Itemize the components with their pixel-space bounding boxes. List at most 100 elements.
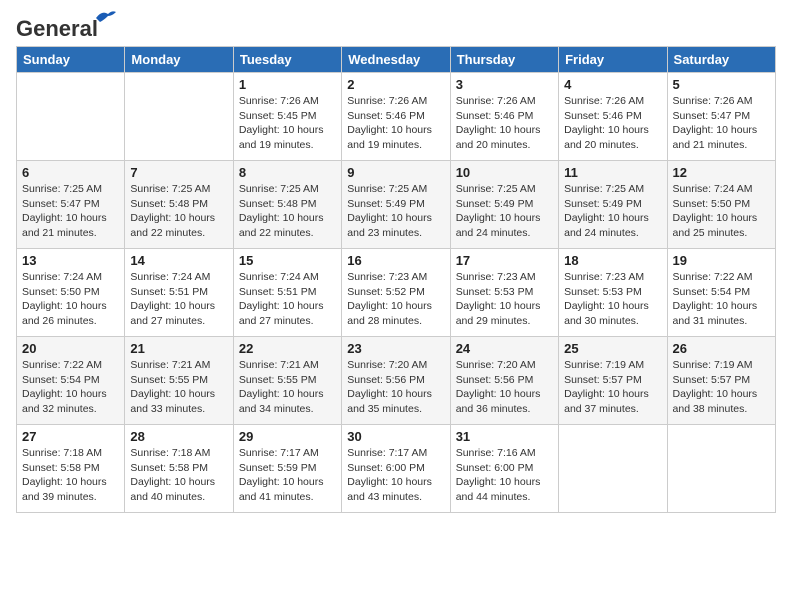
day-info: Sunrise: 7:25 AM Sunset: 5:49 PM Dayligh…: [347, 182, 444, 241]
calendar-cell: 25 Sunrise: 7:19 AM Sunset: 5:57 PM Dayli…: [559, 337, 667, 425]
day-info: Sunrise: 7:16 AM Sunset: 6:00 PM Dayligh…: [456, 446, 553, 505]
day-info: Sunrise: 7:26 AM Sunset: 5:47 PM Dayligh…: [673, 94, 770, 153]
day-info: Sunrise: 7:23 AM Sunset: 5:53 PM Dayligh…: [564, 270, 661, 329]
calendar-week-5: 27 Sunrise: 7:18 AM Sunset: 5:58 PM Dayli…: [17, 425, 776, 513]
calendar-cell: 10 Sunrise: 7:25 AM Sunset: 5:49 PM Dayli…: [450, 161, 558, 249]
calendar-cell: 27 Sunrise: 7:18 AM Sunset: 5:58 PM Dayli…: [17, 425, 125, 513]
calendar-cell: 29 Sunrise: 7:17 AM Sunset: 5:59 PM Dayli…: [233, 425, 341, 513]
calendar-week-1: 1Sunrise: 7:26 AM Sunset: 5:45 PM Daylig…: [17, 73, 776, 161]
calendar-cell: 4 Sunrise: 7:26 AM Sunset: 5:46 PM Daylig…: [559, 73, 667, 161]
calendar-week-3: 13Sunrise: 7:24 AM Sunset: 5:50 PM Dayli…: [17, 249, 776, 337]
calendar-cell: 11 Sunrise: 7:25 AM Sunset: 5:49 PM Dayli…: [559, 161, 667, 249]
calendar-cell: 6 Sunrise: 7:25 AM Sunset: 5:47 PM Daylig…: [17, 161, 125, 249]
day-number: 7: [130, 165, 227, 180]
day-info: Sunrise: 7:18 AM Sunset: 5:58 PM Dayligh…: [130, 446, 227, 505]
day-info: Sunrise: 7:21 AM Sunset: 5:55 PM Dayligh…: [239, 358, 336, 417]
calendar-cell: 20 Sunrise: 7:22 AM Sunset: 5:54 PM Dayli…: [17, 337, 125, 425]
calendar-table: SundayMondayTuesdayWednesdayThursdayFrid…: [16, 46, 776, 513]
day-info: Sunrise: 7:21 AM Sunset: 5:55 PM Dayligh…: [130, 358, 227, 417]
day-info: Sunrise: 7:20 AM Sunset: 5:56 PM Dayligh…: [347, 358, 444, 417]
day-info: Sunrise: 7:20 AM Sunset: 5:56 PM Dayligh…: [456, 358, 553, 417]
day-number: 6: [22, 165, 119, 180]
weekday-header-monday: Monday: [125, 47, 233, 73]
calendar-cell: 7 Sunrise: 7:25 AM Sunset: 5:48 PM Daylig…: [125, 161, 233, 249]
calendar-cell: 8Sunrise: 7:25 AM Sunset: 5:48 PM Daylig…: [233, 161, 341, 249]
calendar-cell: 12 Sunrise: 7:24 AM Sunset: 5:50 PM Dayli…: [667, 161, 775, 249]
weekday-header-wednesday: Wednesday: [342, 47, 450, 73]
day-number: 24: [456, 341, 553, 356]
calendar-cell: 22 Sunrise: 7:21 AM Sunset: 5:55 PM Dayli…: [233, 337, 341, 425]
day-number: 18: [564, 253, 661, 268]
day-number: 4: [564, 77, 661, 92]
calendar-cell: 3 Sunrise: 7:26 AM Sunset: 5:46 PM Daylig…: [450, 73, 558, 161]
calendar-cell: [667, 425, 775, 513]
calendar-cell: 24 Sunrise: 7:20 AM Sunset: 5:56 PM Dayli…: [450, 337, 558, 425]
day-info: Sunrise: 7:25 AM Sunset: 5:49 PM Dayligh…: [564, 182, 661, 241]
logo-bird-icon: [94, 8, 116, 26]
calendar-cell: 21 Sunrise: 7:21 AM Sunset: 5:55 PM Dayli…: [125, 337, 233, 425]
day-info: Sunrise: 7:26 AM Sunset: 5:45 PM Dayligh…: [239, 94, 336, 153]
day-number: 30: [347, 429, 444, 444]
day-info: Sunrise: 7:26 AM Sunset: 5:46 PM Dayligh…: [564, 94, 661, 153]
day-info: Sunrise: 7:17 AM Sunset: 5:59 PM Dayligh…: [239, 446, 336, 505]
day-number: 22: [239, 341, 336, 356]
day-info: Sunrise: 7:24 AM Sunset: 5:50 PM Dayligh…: [22, 270, 119, 329]
day-number: 11: [564, 165, 661, 180]
day-number: 28: [130, 429, 227, 444]
calendar-cell: 14Sunrise: 7:24 AM Sunset: 5:51 PM Dayli…: [125, 249, 233, 337]
calendar-cell: 5 Sunrise: 7:26 AM Sunset: 5:47 PM Daylig…: [667, 73, 775, 161]
calendar-cell: 9Sunrise: 7:25 AM Sunset: 5:49 PM Daylig…: [342, 161, 450, 249]
logo-general: General: [16, 16, 98, 41]
day-number: 23: [347, 341, 444, 356]
calendar-cell: 16 Sunrise: 7:23 AM Sunset: 5:52 PM Dayli…: [342, 249, 450, 337]
day-info: Sunrise: 7:26 AM Sunset: 5:46 PM Dayligh…: [347, 94, 444, 153]
day-info: Sunrise: 7:25 AM Sunset: 5:48 PM Dayligh…: [130, 182, 227, 241]
calendar-cell: 2 Sunrise: 7:26 AM Sunset: 5:46 PM Daylig…: [342, 73, 450, 161]
day-number: 2: [347, 77, 444, 92]
day-info: Sunrise: 7:25 AM Sunset: 5:47 PM Dayligh…: [22, 182, 119, 241]
weekday-header-friday: Friday: [559, 47, 667, 73]
calendar-cell: 13Sunrise: 7:24 AM Sunset: 5:50 PM Dayli…: [17, 249, 125, 337]
weekday-header-sunday: Sunday: [17, 47, 125, 73]
day-info: Sunrise: 7:22 AM Sunset: 5:54 PM Dayligh…: [22, 358, 119, 417]
day-number: 25: [564, 341, 661, 356]
day-info: Sunrise: 7:25 AM Sunset: 5:48 PM Dayligh…: [239, 182, 336, 241]
day-number: 15: [239, 253, 336, 268]
calendar-week-4: 20 Sunrise: 7:22 AM Sunset: 5:54 PM Dayli…: [17, 337, 776, 425]
day-number: 21: [130, 341, 227, 356]
calendar-week-2: 6 Sunrise: 7:25 AM Sunset: 5:47 PM Daylig…: [17, 161, 776, 249]
calendar-cell: 30 Sunrise: 7:17 AM Sunset: 6:00 PM Dayli…: [342, 425, 450, 513]
day-number: 16: [347, 253, 444, 268]
calendar-cell: 31 Sunrise: 7:16 AM Sunset: 6:00 PM Dayli…: [450, 425, 558, 513]
calendar-cell: [17, 73, 125, 161]
day-number: 5: [673, 77, 770, 92]
calendar-cell: 17Sunrise: 7:23 AM Sunset: 5:53 PM Dayli…: [450, 249, 558, 337]
logo: General: [16, 16, 98, 38]
day-number: 27: [22, 429, 119, 444]
day-info: Sunrise: 7:19 AM Sunset: 5:57 PM Dayligh…: [673, 358, 770, 417]
calendar-cell: 18 Sunrise: 7:23 AM Sunset: 5:53 PM Dayli…: [559, 249, 667, 337]
calendar-cell: 23 Sunrise: 7:20 AM Sunset: 5:56 PM Dayli…: [342, 337, 450, 425]
day-number: 12: [673, 165, 770, 180]
day-info: Sunrise: 7:17 AM Sunset: 6:00 PM Dayligh…: [347, 446, 444, 505]
day-number: 26: [673, 341, 770, 356]
day-number: 31: [456, 429, 553, 444]
day-number: 20: [22, 341, 119, 356]
day-info: Sunrise: 7:24 AM Sunset: 5:50 PM Dayligh…: [673, 182, 770, 241]
calendar-header-row: SundayMondayTuesdayWednesdayThursdayFrid…: [17, 47, 776, 73]
day-info: Sunrise: 7:18 AM Sunset: 5:58 PM Dayligh…: [22, 446, 119, 505]
day-info: Sunrise: 7:25 AM Sunset: 5:49 PM Dayligh…: [456, 182, 553, 241]
weekday-header-saturday: Saturday: [667, 47, 775, 73]
day-info: Sunrise: 7:26 AM Sunset: 5:46 PM Dayligh…: [456, 94, 553, 153]
calendar-cell: 26 Sunrise: 7:19 AM Sunset: 5:57 PM Dayli…: [667, 337, 775, 425]
day-number: 14: [130, 253, 227, 268]
day-info: Sunrise: 7:23 AM Sunset: 5:53 PM Dayligh…: [456, 270, 553, 329]
weekday-header-thursday: Thursday: [450, 47, 558, 73]
day-info: Sunrise: 7:23 AM Sunset: 5:52 PM Dayligh…: [347, 270, 444, 329]
day-number: 10: [456, 165, 553, 180]
day-number: 3: [456, 77, 553, 92]
day-number: 29: [239, 429, 336, 444]
day-info: Sunrise: 7:19 AM Sunset: 5:57 PM Dayligh…: [564, 358, 661, 417]
weekday-header-tuesday: Tuesday: [233, 47, 341, 73]
day-info: Sunrise: 7:22 AM Sunset: 5:54 PM Dayligh…: [673, 270, 770, 329]
